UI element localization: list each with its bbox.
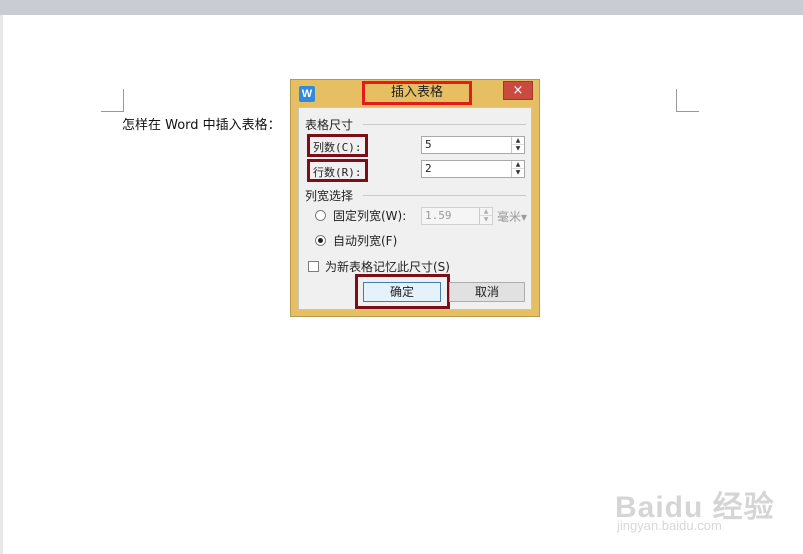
spin-down-icon[interactable]: ▼ bbox=[480, 216, 492, 224]
baidu-jingyan-watermark: Baidu 经验 jingyan.baidu.com bbox=[615, 466, 774, 536]
auto-width-label[interactable]: 自动列宽(F) bbox=[333, 232, 397, 249]
spin-up-icon[interactable]: ▲ bbox=[512, 161, 524, 169]
wps-app-icon: W bbox=[299, 86, 315, 102]
spin-down-icon[interactable]: ▼ bbox=[512, 169, 524, 177]
page-margin-mark-left bbox=[101, 89, 124, 112]
columns-value[interactable]: 5 bbox=[425, 138, 432, 151]
dialog-title: 插入表格 bbox=[362, 81, 472, 105]
dialog-title-bar[interactable]: W 插入表格 × bbox=[291, 80, 539, 106]
remember-size-checkbox[interactable] bbox=[308, 261, 319, 272]
rows-value[interactable]: 2 bbox=[425, 162, 432, 175]
close-button[interactable]: × bbox=[503, 81, 533, 100]
columns-label: 列数(C): bbox=[313, 141, 362, 154]
fixed-width-radio[interactable] bbox=[315, 210, 326, 221]
column-width-group-label: 列宽选择 bbox=[305, 189, 354, 203]
spin-up-icon[interactable]: ▲ bbox=[512, 137, 524, 145]
fixed-width-label[interactable]: 固定列宽(W): bbox=[333, 207, 406, 224]
rows-spin-buttons: ▲ ▼ bbox=[511, 161, 524, 177]
auto-width-radio[interactable] bbox=[315, 235, 326, 246]
fixed-width-spinbox[interactable]: 1.59 ▲ ▼ bbox=[421, 207, 493, 225]
ok-button[interactable]: 确定 bbox=[363, 282, 441, 302]
fixed-width-spin-buttons: ▲ ▼ bbox=[479, 208, 492, 224]
dialog-body: 表格尺寸 列数(C): 5 ▲ ▼ 行数(R): 2 ▲ ▼ 列宽选择 固定列宽… bbox=[298, 107, 532, 310]
width-unit-dropdown[interactable]: 毫米▾ bbox=[497, 208, 527, 225]
spin-down-icon[interactable]: ▼ bbox=[512, 145, 524, 153]
radio-selected-dot bbox=[318, 238, 323, 243]
remember-size-label[interactable]: 为新表格记忆此尺寸(S) bbox=[325, 258, 450, 275]
columns-spinbox[interactable]: 5 ▲ ▼ bbox=[421, 136, 525, 154]
insert-table-dialog: W 插入表格 × 表格尺寸 列数(C): 5 ▲ ▼ 行数(R): 2 ▲ ▼ … bbox=[290, 79, 540, 317]
group-divider bbox=[363, 195, 526, 196]
rows-spinbox[interactable]: 2 ▲ ▼ bbox=[421, 160, 525, 178]
group-divider bbox=[363, 124, 526, 125]
document-text-line[interactable]: 怎样在 Word 中插入表格： bbox=[122, 114, 281, 133]
cancel-button[interactable]: 取消 bbox=[449, 282, 525, 302]
fixed-width-value[interactable]: 1.59 bbox=[425, 209, 452, 222]
window-top-strip bbox=[0, 0, 803, 15]
table-size-group-label: 表格尺寸 bbox=[305, 118, 354, 132]
rows-label: 行数(R): bbox=[313, 166, 362, 179]
page-margin-mark-right bbox=[676, 89, 699, 112]
spin-up-icon[interactable]: ▲ bbox=[480, 208, 492, 216]
page-left-edge bbox=[0, 15, 3, 554]
watermark-url: jingyan.baidu.com bbox=[617, 518, 722, 533]
columns-spin-buttons: ▲ ▼ bbox=[511, 137, 524, 153]
